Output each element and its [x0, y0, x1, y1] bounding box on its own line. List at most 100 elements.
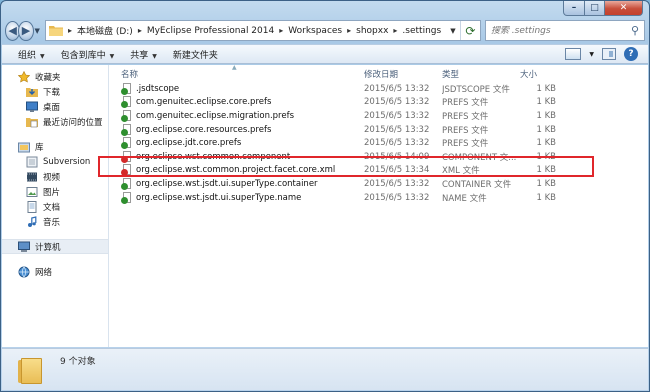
- chevron-down-icon: ▼: [152, 52, 157, 60]
- table-row[interactable]: org.eclipse.wst.common.project.facet.cor…: [109, 164, 648, 178]
- file-name: .jsdtscope: [136, 83, 180, 94]
- sidebar-item-recent-places[interactable]: 最近访问的位置: [2, 114, 108, 129]
- file-date: 2015/6/5 14:09: [364, 151, 430, 162]
- table-row[interactable]: org.eclipse.jdt.core.prefs 2015/6/5 13:32…: [109, 136, 648, 150]
- minimize-button[interactable]: –: [563, 1, 585, 16]
- sidebar-item-documents[interactable]: 文档: [2, 199, 108, 214]
- file-date: 2015/6/5 13:32: [364, 138, 430, 149]
- file-name-cell: org.eclipse.core.resources.prefs: [109, 123, 364, 136]
- network-group: 网络: [2, 264, 108, 279]
- sidebar-item-computer[interactable]: 计算机: [2, 239, 108, 254]
- file-icon: [121, 82, 132, 95]
- history-dropdown-icon[interactable]: ▼: [34, 27, 41, 35]
- file-type: NAME 文件: [442, 193, 487, 204]
- new-folder-button[interactable]: 新建文件夹: [167, 48, 228, 61]
- file-name-cell: org.eclipse.wst.common.component: [109, 150, 364, 163]
- sidebar-item-favorites[interactable]: 收藏夹: [2, 69, 108, 84]
- maximize-button[interactable]: □: [585, 1, 605, 16]
- refresh-icon[interactable]: ⟳: [459, 21, 480, 40]
- file-size: 1 KB: [536, 192, 556, 203]
- new-folder-label: 新建文件夹: [172, 50, 218, 61]
- column-header-date[interactable]: 修改日期: [364, 68, 442, 80]
- table-row[interactable]: com.genuitec.eclipse.migration.prefs 2015…: [109, 109, 648, 123]
- breadcrumb-separator[interactable]: ▸: [277, 26, 285, 35]
- view-options-icon[interactable]: [565, 48, 582, 60]
- sidebar-item-label: 文档: [43, 202, 61, 213]
- command-bar: 组织 ▼ 包含到库中 ▼ 共享 ▼ 新建文件夹 ▼ ?: [2, 44, 648, 64]
- organize-menu[interactable]: 组织 ▼: [12, 48, 55, 61]
- search-box[interactable]: ⚲: [484, 20, 645, 41]
- forward-button[interactable]: ▶: [18, 20, 34, 41]
- column-header-size[interactable]: 大小: [520, 68, 560, 80]
- file-name-cell: org.eclipse.wst.jsdt.ui.superType.contai…: [109, 177, 364, 190]
- table-row[interactable]: org.eclipse.wst.common.component 2015/6/5…: [109, 150, 648, 164]
- file-type: PREFS 文件: [442, 139, 489, 150]
- file-type: PREFS 文件: [442, 111, 489, 122]
- table-row[interactable]: org.eclipse.core.resources.prefs 2015/6/5…: [109, 123, 648, 137]
- chevron-down-icon[interactable]: ▼: [589, 51, 594, 58]
- file-icon: [121, 109, 132, 122]
- sidebar-item-libraries[interactable]: 库: [2, 139, 108, 154]
- address-bar-end: ▼ ⟳: [446, 21, 480, 40]
- sidebar-item-network[interactable]: 网络: [2, 264, 108, 279]
- sidebar-item-subversion[interactable]: Subversion: [2, 154, 108, 169]
- file-date: 2015/6/5 13:32: [364, 83, 430, 94]
- breadcrumb-separator[interactable]: ▸: [391, 26, 399, 35]
- sidebar-item-videos[interactable]: 视频: [2, 169, 108, 184]
- table-row[interactable]: org.eclipse.wst.jsdt.ui.superType.contai…: [109, 177, 648, 191]
- breadcrumb-separator[interactable]: ▸: [345, 26, 353, 35]
- file-type: XML 文件: [442, 166, 480, 177]
- folder-icon: [48, 26, 63, 36]
- file-name: org.eclipse.core.resources.prefs: [136, 124, 272, 135]
- file-size: 1 KB: [536, 97, 556, 108]
- search-icon[interactable]: ⚲: [631, 24, 639, 37]
- file-size: 1 KB: [536, 165, 556, 176]
- breadcrumb-separator[interactable]: ▸: [136, 26, 144, 35]
- help-icon[interactable]: ?: [624, 47, 638, 61]
- sidebar-item-pictures[interactable]: 图片: [2, 184, 108, 199]
- file-name-cell: org.eclipse.wst.common.project.facet.cor…: [109, 164, 364, 177]
- file-name: com.genuitec.eclipse.core.prefs: [136, 97, 272, 108]
- include-library-menu[interactable]: 包含到库中 ▼: [55, 48, 125, 61]
- breadcrumb-item[interactable]: MyEclipse Professional 2014: [144, 26, 277, 36]
- table-row[interactable]: com.genuitec.eclipse.core.prefs 2015/6/5 …: [109, 96, 648, 110]
- close-button[interactable]: ✕: [605, 1, 643, 16]
- folder-icon: [18, 356, 42, 384]
- file-list: ▲ 名称 修改日期 类型 大小 .jsdtscope 2015/6/5 13:32…: [98, 64, 648, 347]
- file-icon: [121, 96, 132, 109]
- file-name: com.genuitec.eclipse.migration.prefs: [136, 110, 295, 121]
- file-type: CONTAINER 文件: [442, 179, 512, 190]
- chevron-down-icon[interactable]: ▼: [446, 27, 460, 35]
- navigation-pane: 收藏夹 下载 桌面 最近访问的位置 库 Subversion 视频 图片 文档 …: [2, 65, 109, 347]
- search-input[interactable]: [490, 25, 631, 36]
- file-date: 2015/6/5 13:32: [364, 110, 430, 121]
- sidebar-item-desktop[interactable]: 桌面: [2, 99, 108, 114]
- file-name: org.eclipse.jdt.core.prefs: [136, 138, 242, 149]
- share-menu[interactable]: 共享 ▼: [124, 48, 167, 61]
- file-name-cell: org.eclipse.wst.jsdt.ui.superType.name: [109, 191, 364, 204]
- table-row[interactable]: .jsdtscope 2015/6/5 13:32 JSDTSCOPE 文件 1 KB: [109, 82, 648, 96]
- address-bar[interactable]: ▸ 本地磁盘 (D:) ▸ MyEclipse Professional 201…: [44, 20, 481, 41]
- file-name: org.eclipse.wst.jsdt.ui.superType.name: [136, 192, 302, 203]
- file-name: org.eclipse.wst.common.component: [136, 151, 291, 162]
- recent-places-icon: [26, 117, 38, 127]
- preview-pane-icon[interactable]: [602, 48, 616, 60]
- sidebar-item-downloads[interactable]: 下载: [2, 84, 108, 99]
- column-header-type[interactable]: 类型: [442, 68, 520, 80]
- breadcrumb-item[interactable]: Workspaces: [285, 26, 345, 36]
- breadcrumb-item[interactable]: shopxx: [353, 26, 391, 36]
- sidebar-item-label: 网络: [35, 267, 53, 278]
- share-label: 共享: [130, 50, 149, 61]
- network-icon: [18, 266, 30, 277]
- breadcrumb-item[interactable]: 本地磁盘 (D:): [74, 24, 136, 37]
- file-size: 1 KB: [536, 110, 556, 121]
- file-icon: [121, 164, 132, 177]
- table-row[interactable]: org.eclipse.wst.jsdt.ui.superType.name 20…: [109, 191, 648, 205]
- file-date: 2015/6/5 13:34: [364, 165, 430, 176]
- sidebar-item-label: 计算机: [35, 242, 61, 253]
- file-date: 2015/6/5 13:32: [364, 97, 430, 108]
- breadcrumb-item[interactable]: .settings: [399, 26, 444, 36]
- sidebar-item-music[interactable]: 音乐: [2, 214, 108, 229]
- libraries-group: 库 Subversion 视频 图片 文档 音乐: [2, 139, 108, 229]
- organize-label: 组织: [18, 50, 37, 61]
